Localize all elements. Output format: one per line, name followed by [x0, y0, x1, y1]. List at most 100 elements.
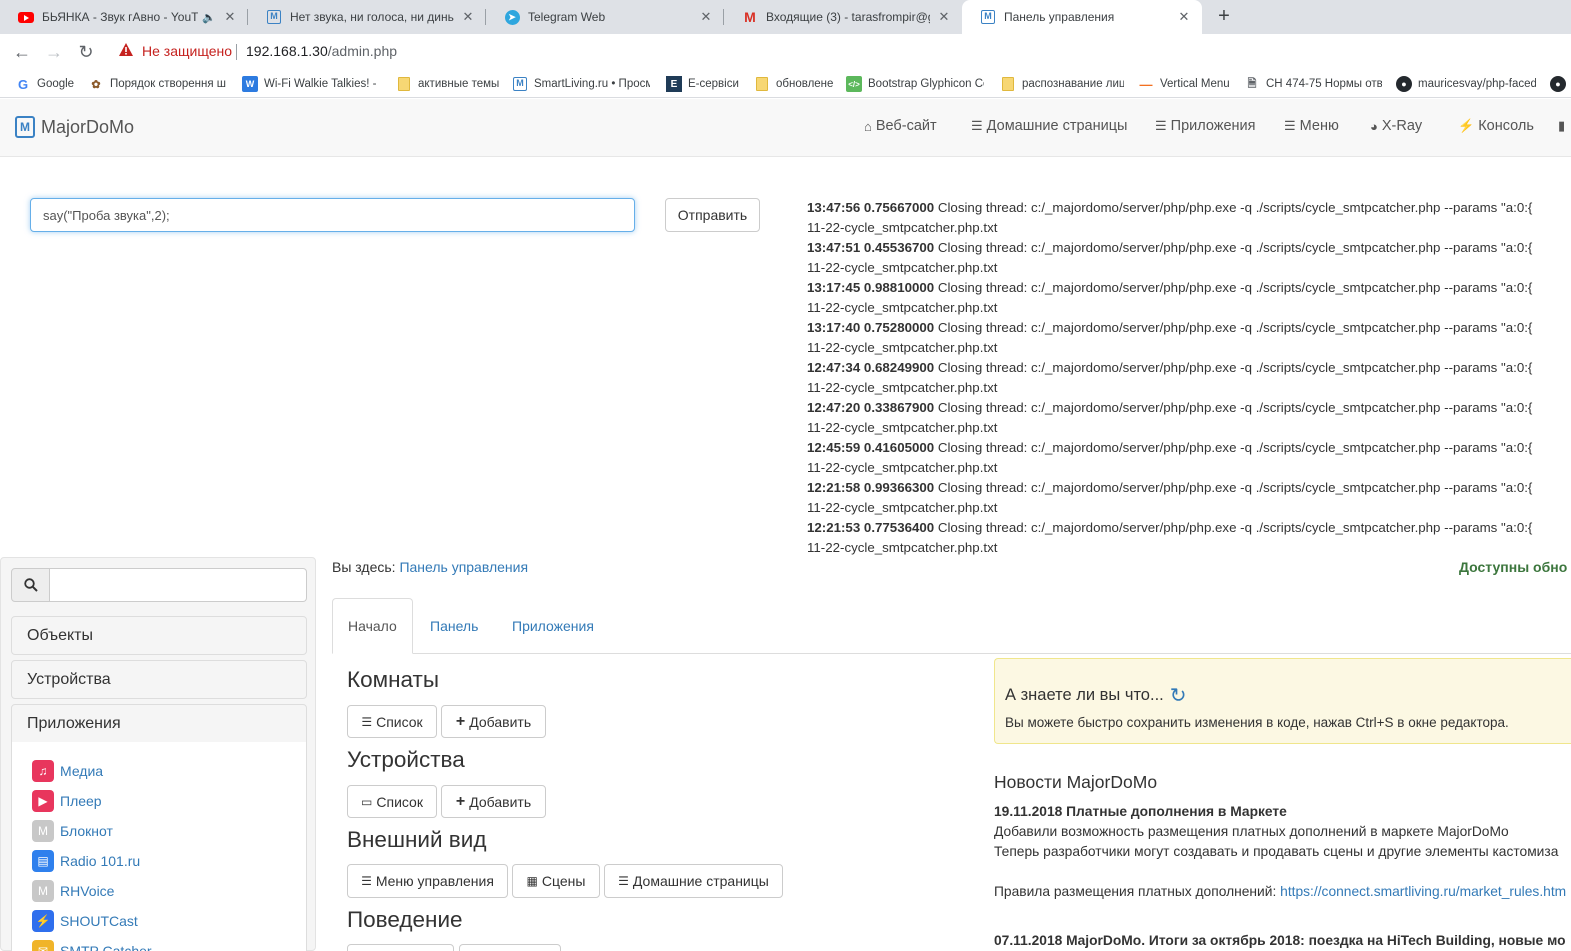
bookmark[interactable]: обновлене	[754, 75, 834, 93]
tab-title: Нет звука, ни голоса, ни динь-дон	[290, 10, 454, 24]
log-entry-tail: 11-22-cycle_smtpcatcher.php.txt	[807, 420, 998, 435]
bookmark[interactable]: ● mauricesvay/php-faced	[1396, 75, 1536, 93]
sidebar: Объекты Устройства Приложения ♫ Медиа ▶ …	[0, 557, 316, 951]
app-item-notepad[interactable]: M Блокнот	[32, 820, 113, 842]
bookmark[interactable]: W Wi-Fi Walkie Talkies! -	[242, 75, 376, 93]
list-icon: ☰	[971, 118, 983, 133]
browser-tab[interactable]: ➤ Telegram Web ✕	[486, 0, 724, 34]
apps-list: ♫ Медиа ▶ Плеер M Блокнот ▤ Radio 101.ru…	[11, 742, 307, 951]
tab-start[interactable]: Начало	[332, 598, 413, 654]
tab-applications[interactable]: Приложения	[497, 598, 609, 654]
nav-menu[interactable]: ☰ Меню	[1284, 118, 1339, 134]
control-menu-button[interactable]: ☰ Меню управления	[347, 864, 508, 898]
gmail-icon: M	[744, 9, 756, 25]
radio-icon: ▤	[32, 850, 54, 872]
log-entry-tail: 11-22-cycle_smtpcatcher.php.txt	[807, 220, 998, 235]
bookmark[interactable]: активные темы	[396, 75, 500, 93]
close-icon[interactable]: ✕	[222, 9, 238, 25]
panel-objects[interactable]: Объекты	[11, 616, 307, 655]
bookmark[interactable]: ✿ Порядок створення ш	[88, 75, 226, 93]
brand-link[interactable]: M MajorDoMo	[15, 116, 134, 138]
security-status[interactable]: Не защищено	[142, 43, 232, 59]
flash-icon: ⚡	[1458, 118, 1475, 133]
list-icon: ☰	[1284, 118, 1296, 133]
log-text: Closing thread: c:/_majordomo/server/php…	[937, 240, 1533, 255]
speaker-icon[interactable]: 🔈	[202, 11, 216, 24]
browser-tab-active[interactable]: M Панель управления ✕	[962, 0, 1202, 34]
close-icon[interactable]: ✕	[936, 9, 952, 25]
back-icon[interactable]: ←	[10, 40, 34, 64]
bookmark[interactable]: E Е-сервіси	[666, 75, 740, 93]
bookmark[interactable]: ― Vertical Menu	[1138, 75, 1230, 93]
log-timestamp: 12:47:20 0.33867900	[807, 400, 935, 415]
panel-devices[interactable]: Устройства	[11, 660, 307, 699]
app-item-player[interactable]: ▶ Плеер	[32, 790, 102, 812]
bookmark-label: обновлене	[776, 78, 834, 90]
app-icon: W	[242, 76, 258, 92]
nav-homepages[interactable]: ☰ Домашние страницы	[971, 118, 1127, 134]
tab-title: Входящие (3) - tarasfrompir@gmail	[766, 10, 930, 24]
bookmark[interactable]: 🗎 СН 474-75 Нормы отв	[1244, 75, 1382, 93]
browser-tab[interactable]: БЬЯНКА - Звук гАвно - YouTub 🔈 ✕	[0, 0, 248, 34]
address-bar[interactable]: 192.168.1.30/admin.php	[246, 43, 397, 59]
app-item-shoutcast[interactable]: ⚡ SHOUTCast	[32, 910, 138, 932]
bookmark[interactable]: M SmartLiving.ru • Просм	[512, 75, 650, 93]
updates-available[interactable]: Доступны обно	[1459, 559, 1567, 575]
bookmark-label: mauricesvay/php-faced	[1418, 78, 1536, 90]
close-icon[interactable]: ✕	[1176, 9, 1192, 25]
app-item-rhvoice[interactable]: M RHVoice	[32, 880, 114, 902]
log-entry-tail: 11-22-cycle_smtpcatcher.php.txt	[807, 540, 998, 555]
nav-console[interactable]: ⚡ Консоль	[1458, 118, 1534, 134]
close-icon[interactable]: ✕	[698, 9, 714, 25]
github-icon: ●	[1550, 76, 1566, 92]
close-icon[interactable]: ✕	[460, 9, 476, 25]
behavior-button[interactable]	[459, 944, 561, 951]
tip-title: А знаете ли вы что... ↻	[1005, 683, 1187, 708]
majordomo-icon: M	[266, 9, 282, 25]
nav-apps[interactable]: ☰ Приложения	[1155, 118, 1256, 134]
nav-trash[interactable]: ▮	[1558, 118, 1569, 134]
send-button[interactable]: Отправить	[665, 198, 760, 232]
breadcrumb-link[interactable]: Панель управления	[399, 559, 528, 575]
devices-add-button[interactable]: + Добавить	[441, 785, 546, 818]
app-item-media[interactable]: ♫ Медиа	[32, 760, 103, 782]
refresh-icon[interactable]: ↻	[1170, 683, 1187, 708]
forward-icon[interactable]: →	[42, 40, 66, 64]
bookmark[interactable]: распознавание лиц	[1000, 75, 1124, 93]
app-item-smtp-catcher[interactable]: ✉ SMTP Catcher	[32, 940, 152, 951]
browser-tab[interactable]: M Входящие (3) - tarasfrompir@gmail ✕	[724, 0, 962, 34]
command-input[interactable]	[30, 198, 635, 232]
warning-icon[interactable]	[118, 42, 134, 58]
rooms-list-button[interactable]: ☰ Список	[347, 705, 437, 738]
app-label: Блокнот	[60, 823, 113, 839]
bookmark[interactable]: ●	[1550, 75, 1570, 93]
home-pages-button[interactable]: ☰ Домашние страницы	[604, 864, 783, 898]
scenes-button[interactable]: ▦ Сцены	[512, 864, 600, 898]
log-entry-tail: 11-22-cycle_smtpcatcher.php.txt	[807, 300, 998, 315]
rooms-add-button[interactable]: + Добавить	[441, 705, 546, 738]
log-timestamp: 12:45:59 0.41605000	[807, 440, 935, 455]
behavior-button[interactable]	[347, 944, 454, 951]
tab-title: БЬЯНКА - Звук гАвно - YouTub	[42, 10, 199, 24]
music-icon: ♫	[32, 760, 54, 782]
bookmark[interactable]: G Google	[15, 75, 85, 93]
tab-panel[interactable]: Панель	[415, 598, 493, 654]
app-item-radio[interactable]: ▤ Radio 101.ru	[32, 850, 140, 872]
devices-list-button[interactable]: ▭ Список	[347, 785, 437, 818]
app-label: RHVoice	[60, 883, 115, 899]
log-timestamp: 13:17:40 0.75280000	[807, 320, 935, 335]
new-tab-button[interactable]: +	[1212, 5, 1236, 29]
news-rules-link[interactable]: https://connect.smartliving.ru/market_ru…	[1280, 884, 1566, 899]
th-large-icon: ▦	[526, 874, 538, 888]
button-label: Меню управления	[375, 873, 494, 889]
reload-icon[interactable]: ↻	[74, 40, 98, 64]
nav-website[interactable]: ⌂ Веб-сайт	[864, 118, 937, 134]
panel-apps[interactable]: Приложения	[11, 704, 307, 743]
bookmark[interactable]: </> Bootstrap Glyphicon Co	[846, 75, 984, 93]
search-icon[interactable]	[11, 568, 50, 602]
log-output: 13:47:56 0.75667000 Closing thread: c:/_…	[807, 198, 1571, 558]
browser-tab[interactable]: M Нет звука, ни голоса, ни динь-дон ✕	[248, 0, 486, 34]
section-title-devices: Устройства	[347, 747, 465, 772]
nav-xray[interactable]: ◕ X-Ray	[1370, 118, 1422, 134]
search-input[interactable]	[50, 568, 307, 602]
